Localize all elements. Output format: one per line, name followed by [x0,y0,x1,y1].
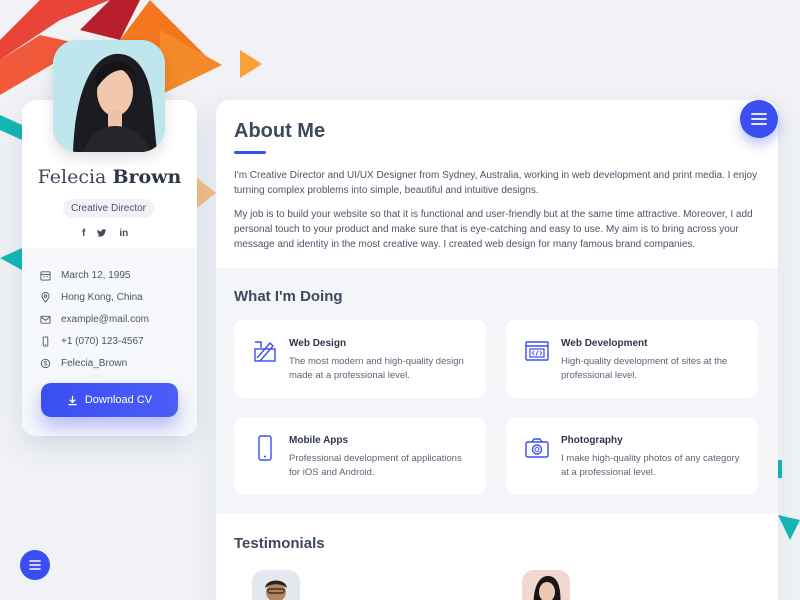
social-links: f in [82,228,128,241]
linkedin-icon[interactable]: in [119,228,128,241]
role-badge: Creative Director [63,199,154,218]
service-desc: The most modern and high-quality design … [289,356,464,381]
info-phone: +1 (070) 123-4567 [40,336,144,347]
about-paragraph-1: I'm Creative Director and UI/UX Designer… [234,170,758,196]
info-location: Hong Kong, China [40,292,143,303]
download-cv-button[interactable]: Download CV [41,383,178,417]
testimonial-avatar [522,570,570,600]
testimonial-avatar [252,570,300,600]
about-title: About Me [234,120,326,142]
last-name: Brown [112,166,182,188]
camera-icon [525,438,549,458]
mobile-icon [258,435,272,461]
phone-text[interactable]: +1 (070) 123-4567 [61,336,144,347]
design-icon [254,341,276,362]
skype-text: Felecia_Brown [61,358,128,369]
menu-icon [751,113,767,125]
service-card-mobile-apps: Mobile Apps Professional development of … [234,417,486,495]
testimonials-title: Testimonials [234,535,325,552]
main-content-card: About Me I'm Creative Director and UI/UX… [216,100,778,600]
menu-icon [29,560,41,570]
download-icon [68,395,77,405]
profile-name: Felecia Brown [22,166,197,188]
info-email: example@mail.com [40,314,149,325]
birthday-text: March 12, 1995 [61,270,131,281]
info-birthday: March 12, 1995 [40,270,131,281]
first-name: Felecia [37,166,107,188]
skype-icon [40,358,51,369]
service-card-photography: Photography I make high-quality photos o… [506,417,758,495]
phone-icon [42,336,49,347]
service-desc: High-quality development of sites at the… [561,356,728,381]
profile-card: Felecia Brown Creative Director f in Mar… [22,40,197,436]
facebook-icon[interactable]: f [82,228,85,241]
about-paragraph-2: My job is to build your website so that … [234,209,753,250]
download-label: Download CV [84,394,153,406]
code-icon [525,341,549,361]
mail-icon [40,315,51,324]
services-section: What I'm Doing Web Design The most moder… [216,268,778,513]
location-text: Hong Kong, China [61,292,143,303]
menu-button[interactable] [740,100,778,138]
service-title: Mobile Apps [289,435,349,446]
service-card-web-design: Web Design The most modern and high-qual… [234,320,486,398]
email-text[interactable]: example@mail.com [61,314,149,325]
bottom-menu-button[interactable] [20,550,50,580]
service-title: Web Development [561,338,648,349]
profile-avatar [53,40,165,152]
service-desc: Professional development of applications… [289,453,462,478]
info-skype: Felecia_Brown [40,358,127,369]
twitter-icon[interactable] [97,228,107,241]
services-title: What I'm Doing [234,288,343,305]
service-title: Web Design [289,338,347,349]
title-underline [234,151,266,154]
location-icon [41,292,50,303]
calendar-icon [40,271,51,281]
service-desc: I make high-quality photos of any catego… [561,453,740,478]
service-title: Photography [561,435,623,446]
service-card-web-development: Web Development High-quality development… [506,320,758,398]
